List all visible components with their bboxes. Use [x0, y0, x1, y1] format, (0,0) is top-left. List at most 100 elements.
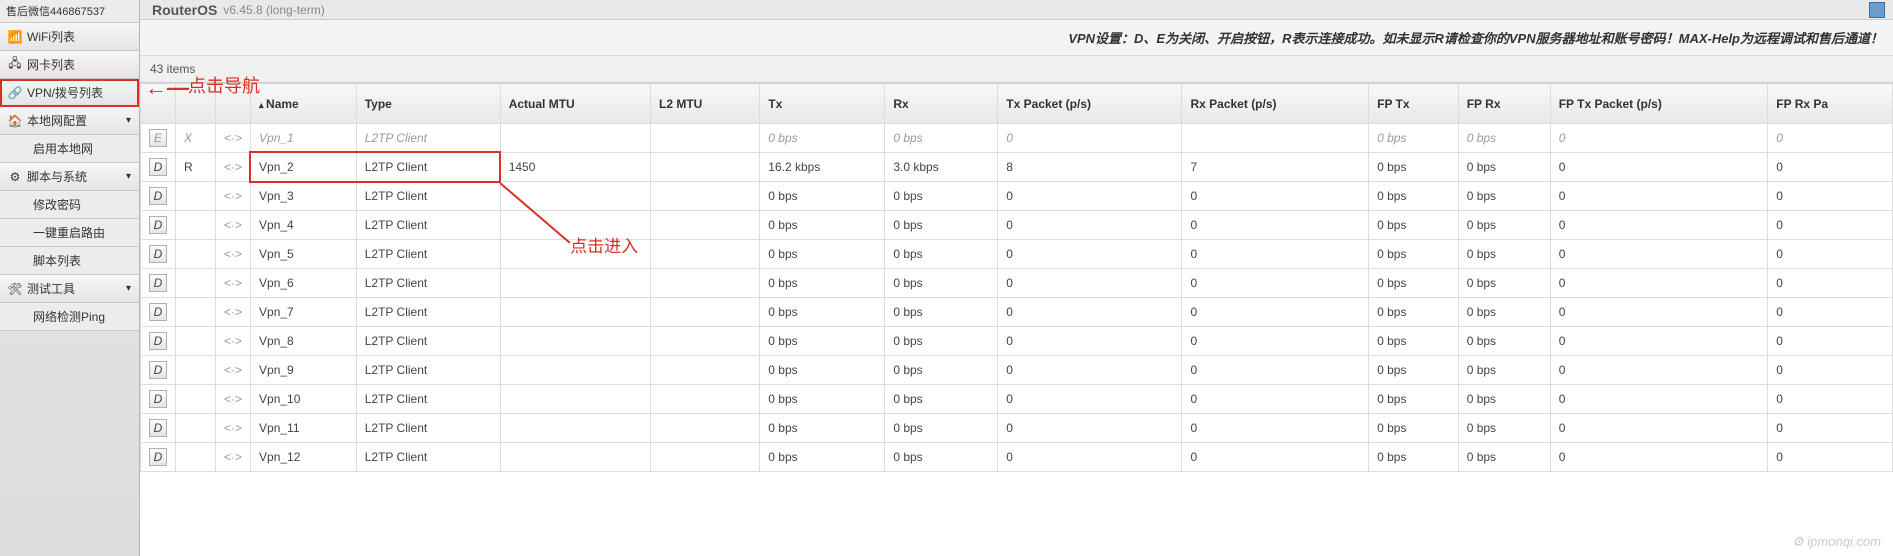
flag-button[interactable]: D	[149, 419, 167, 437]
sidebar-label: WiFi列表	[27, 28, 75, 45]
cell: <·>	[216, 153, 251, 182]
flag-button[interactable]: D	[149, 361, 167, 379]
table-row[interactable]: EX<·>Vpn_1L2TP Client0 bps0 bps00 bps0 b…	[141, 124, 1893, 153]
sidebar-item-9[interactable]: 🛠测试工具▾	[0, 275, 139, 303]
table-row[interactable]: D<·>Vpn_11L2TP Client0 bps0 bps000 bps0 …	[141, 414, 1893, 443]
sidebar-item-5[interactable]: ⚙脚本与系统▾	[0, 163, 139, 191]
sidebar-item-7[interactable]: 一键重启路由	[0, 219, 139, 247]
cell[interactable]: D	[141, 385, 176, 414]
cell[interactable]: D	[141, 356, 176, 385]
cell: <·>	[216, 385, 251, 414]
sidebar-icon	[14, 226, 28, 240]
col-header-2[interactable]	[216, 84, 251, 124]
cell[interactable]: D	[141, 443, 176, 472]
flag-button[interactable]: D	[149, 390, 167, 408]
sidebar-label: 网络检测Ping	[33, 308, 105, 325]
cell	[500, 298, 650, 327]
col-header-10[interactable]: Rx Packet (p/s)	[1182, 84, 1369, 124]
table-row[interactable]: D<·>Vpn_7L2TP Client0 bps0 bps000 bps0 b…	[141, 298, 1893, 327]
cell: Vpn_6	[251, 269, 357, 298]
cell	[500, 414, 650, 443]
cell: Vpn_3	[251, 182, 357, 211]
cell: 1450	[500, 153, 650, 182]
cell	[651, 327, 760, 356]
cell[interactable]: D	[141, 240, 176, 269]
cell[interactable]: D	[141, 298, 176, 327]
flag-button[interactable]: D	[149, 158, 167, 176]
col-header-0[interactable]	[141, 84, 176, 124]
cell: 0	[1768, 443, 1893, 472]
col-header-5[interactable]: Actual MTU	[500, 84, 650, 124]
flag-button[interactable]: D	[149, 216, 167, 234]
flag-button[interactable]: D	[149, 448, 167, 466]
cell	[500, 211, 650, 240]
col-header-14[interactable]: FP Rx Pa	[1768, 84, 1893, 124]
link-icon: <·>	[224, 392, 242, 406]
interface-table: NameTypeActual MTUL2 MTUTxRxTx Packet (p…	[140, 83, 1893, 472]
cell: 0	[1182, 182, 1369, 211]
cell: <·>	[216, 443, 251, 472]
table-row[interactable]: D<·>Vpn_3L2TP Client0 bps0 bps000 bps0 b…	[141, 182, 1893, 211]
cell: 0	[1768, 153, 1893, 182]
cell	[651, 211, 760, 240]
table-row[interactable]: D<·>Vpn_5L2TP Client0 bps0 bps000 bps0 b…	[141, 240, 1893, 269]
cell: L2TP Client	[356, 182, 500, 211]
col-header-12[interactable]: FP Rx	[1458, 84, 1550, 124]
table-row[interactable]: DR<·>Vpn_2L2TP Client145016.2 kbps3.0 kb…	[141, 153, 1893, 182]
cell	[651, 153, 760, 182]
link-icon: <·>	[224, 450, 242, 464]
cell[interactable]: D	[141, 211, 176, 240]
sidebar-item-2[interactable]: 🔗VPN/拨号列表	[0, 79, 139, 107]
cell[interactable]: D	[141, 327, 176, 356]
cell[interactable]: D	[141, 269, 176, 298]
table-row[interactable]: D<·>Vpn_9L2TP Client0 bps0 bps000 bps0 b…	[141, 356, 1893, 385]
col-header-4[interactable]: Type	[356, 84, 500, 124]
link-icon: <·>	[224, 131, 242, 145]
cell[interactable]: E	[141, 124, 176, 153]
support-contact: 售后微信446867537	[0, 0, 139, 23]
col-header-6[interactable]: L2 MTU	[651, 84, 760, 124]
flag-button[interactable]: D	[149, 303, 167, 321]
col-header-7[interactable]: Tx	[760, 84, 885, 124]
cell[interactable]: D	[141, 182, 176, 211]
sidebar-item-3[interactable]: 🏠本地网配置▾	[0, 107, 139, 135]
table-row[interactable]: D<·>Vpn_12L2TP Client0 bps0 bps000 bps0 …	[141, 443, 1893, 472]
cell: Vpn_9	[251, 356, 357, 385]
cell	[651, 443, 760, 472]
col-header-1[interactable]	[176, 84, 216, 124]
table-row[interactable]: D<·>Vpn_6L2TP Client0 bps0 bps000 bps0 b…	[141, 269, 1893, 298]
flag-button[interactable]: D	[149, 187, 167, 205]
flag-button[interactable]: D	[149, 274, 167, 292]
col-header-13[interactable]: FP Tx Packet (p/s)	[1550, 84, 1768, 124]
cell[interactable]: D	[141, 414, 176, 443]
cell: 0	[1768, 385, 1893, 414]
cell[interactable]: D	[141, 153, 176, 182]
col-header-8[interactable]: Rx	[885, 84, 998, 124]
flag-button[interactable]: D	[149, 332, 167, 350]
cell: 0	[1182, 327, 1369, 356]
sidebar-icon: 🔗	[8, 86, 22, 100]
col-header-11[interactable]: FP Tx	[1369, 84, 1459, 124]
link-icon: <·>	[224, 189, 242, 203]
cell: 0 bps	[760, 356, 885, 385]
cell: 0	[998, 124, 1182, 153]
table-row[interactable]: D<·>Vpn_4L2TP Client0 bps0 bps000 bps0 b…	[141, 211, 1893, 240]
col-header-3[interactable]: Name	[251, 84, 357, 124]
col-header-9[interactable]: Tx Packet (p/s)	[998, 84, 1182, 124]
sidebar-item-1[interactable]: 🖧网卡列表	[0, 51, 139, 79]
sidebar-label: 测试工具	[27, 280, 75, 297]
cell: 0 bps	[1458, 182, 1550, 211]
flag-button[interactable]: E	[149, 129, 167, 147]
sidebar-item-8[interactable]: 脚本列表	[0, 247, 139, 275]
flag-button[interactable]: D	[149, 245, 167, 263]
table-wrapper[interactable]: NameTypeActual MTUL2 MTUTxRxTx Packet (p…	[140, 83, 1893, 556]
sidebar-item-6[interactable]: 修改密码	[0, 191, 139, 219]
cell: 0 bps	[885, 327, 998, 356]
table-row[interactable]: D<·>Vpn_10L2TP Client0 bps0 bps000 bps0 …	[141, 385, 1893, 414]
sidebar: 售后微信446867537 📶WiFi列表🖧网卡列表🔗VPN/拨号列表🏠本地网配…	[0, 0, 140, 556]
sidebar-item-4[interactable]: 启用本地网	[0, 135, 139, 163]
cell	[176, 414, 216, 443]
sidebar-item-10[interactable]: 网络检测Ping	[0, 303, 139, 331]
table-row[interactable]: D<·>Vpn_8L2TP Client0 bps0 bps000 bps0 b…	[141, 327, 1893, 356]
sidebar-item-0[interactable]: 📶WiFi列表	[0, 23, 139, 51]
